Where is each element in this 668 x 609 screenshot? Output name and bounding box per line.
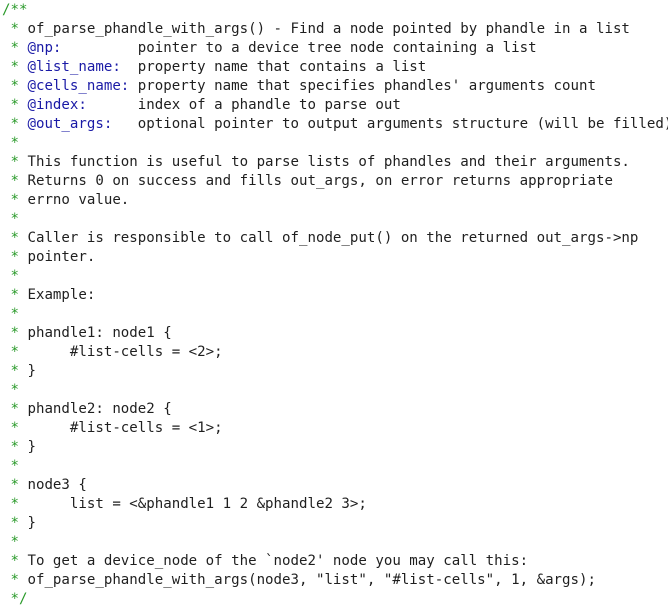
line-text: }	[18, 363, 36, 379]
code-line: * }	[2, 438, 668, 457]
code-line: * To get a device_node of the `node2' no…	[2, 552, 668, 571]
line-text: Returns 0 on success and fills out_args,…	[18, 173, 613, 189]
line-text: list = <&phandle1 1 2 &phandle2 3>;	[18, 496, 367, 512]
line-text: Caller is responsible to call of_node_pu…	[18, 230, 639, 246]
code-line: * @index: index of a phandle to parse ou…	[2, 96, 668, 115]
comment-marker: *	[2, 382, 19, 398]
comment-marker: *	[2, 116, 19, 132]
comment-marker: *	[2, 458, 19, 474]
comment-marker: *	[2, 325, 19, 341]
doc-tag: @index:	[18, 97, 87, 113]
code-line: * Caller is responsible to call of_node_…	[2, 229, 668, 248]
code-line: * pointer.	[2, 248, 668, 267]
comment-marker: *	[2, 154, 19, 170]
comment-marker: *	[2, 477, 19, 493]
line-text: phandle2: node2 {	[18, 401, 172, 417]
code-line: * #list-cells = <2>;	[2, 343, 668, 362]
line-text: of_parse_phandle_with_args(node3, "list"…	[18, 572, 596, 588]
code-line: *	[2, 305, 668, 324]
comment-marker: *	[2, 363, 19, 379]
code-line: * node3 {	[2, 476, 668, 495]
code-line: *	[2, 381, 668, 400]
comment-marker: *	[2, 78, 19, 94]
code-line: * @list_name: property name that contain…	[2, 58, 668, 77]
code-line: * Returns 0 on success and fills out_arg…	[2, 172, 668, 191]
comment-marker: *	[2, 211, 19, 227]
comment-marker: *	[2, 287, 19, 303]
comment-marker: *	[2, 553, 19, 569]
doc-tag: @list_name:	[18, 59, 121, 75]
code-line: * @np: pointer to a device tree node con…	[2, 39, 668, 58]
comment-marker: *	[2, 572, 19, 588]
code-line: * }	[2, 514, 668, 533]
line-text: This function is useful to parse lists o…	[18, 154, 630, 170]
comment-marker: *	[2, 439, 19, 455]
comment-marker: *	[2, 268, 19, 284]
line-text: #list-cells = <1>;	[18, 420, 223, 436]
line-text: }	[18, 439, 36, 455]
comment-marker: *	[2, 97, 19, 113]
code-line: * list = <&phandle1 1 2 &phandle2 3>;	[2, 495, 668, 514]
comment-marker: *	[2, 401, 19, 417]
line-text: pointer.	[18, 249, 96, 265]
comment-marker: *	[2, 306, 19, 322]
comment-marker: *	[2, 420, 19, 436]
line-text: Example:	[18, 287, 96, 303]
comment-marker: *	[2, 344, 19, 360]
line-text: #list-cells = <2>;	[18, 344, 223, 360]
doc-tag: @np:	[18, 40, 62, 56]
code-line: * of_parse_phandle_with_args(node3, "lis…	[2, 571, 668, 590]
comment-marker: /**	[2, 2, 28, 18]
comment-marker: *	[2, 21, 19, 37]
comment-marker: *	[2, 230, 19, 246]
code-line: *	[2, 134, 668, 153]
comment-marker: *	[2, 40, 19, 56]
comment-marker: *	[2, 59, 19, 75]
comment-marker: *	[2, 135, 19, 151]
code-line: * Example:	[2, 286, 668, 305]
code-line: * @out_args: optional pointer to output …	[2, 115, 668, 134]
line-text: phandle1: node1 {	[18, 325, 172, 341]
code-line: *	[2, 267, 668, 286]
line-text: pointer to a device tree node containing…	[61, 40, 537, 56]
line-text: errno value.	[18, 192, 130, 208]
code-line: * @cells_name: property name that specif…	[2, 77, 668, 96]
line-text: property name that contains a list	[120, 59, 427, 75]
line-text: }	[18, 515, 36, 531]
code-line: * of_parse_phandle_with_args() - Find a …	[2, 20, 668, 39]
code-line: /**	[2, 1, 668, 20]
code-line: * }	[2, 362, 668, 381]
code-line: * phandle1: node1 {	[2, 324, 668, 343]
code-line: * errno value.	[2, 191, 668, 210]
line-text: of_parse_phandle_with_args() - Find a no…	[18, 21, 630, 37]
comment-marker: *	[2, 249, 19, 265]
code-line: */	[2, 590, 668, 609]
doc-tag: @cells_name:	[18, 78, 130, 94]
comment-marker: *	[2, 192, 19, 208]
line-text: optional pointer to output arguments str…	[112, 116, 668, 132]
comment-marker: *	[2, 496, 19, 512]
comment-marker: *	[2, 515, 19, 531]
code-editor[interactable]: /** * of_parse_phandle_with_args() - Fin…	[0, 0, 668, 607]
code-line: * phandle2: node2 {	[2, 400, 668, 419]
code-line: *	[2, 457, 668, 476]
doc-tag: @out_args:	[18, 116, 113, 132]
line-text: To get a device_node of the `node2' node…	[18, 553, 529, 569]
line-text: index of a phandle to parse out	[86, 97, 401, 113]
line-text: property name that specifies phandles' a…	[129, 78, 596, 94]
code-line: *	[2, 210, 668, 229]
comment-marker: */	[2, 591, 28, 607]
code-block[interactable]: /** * of_parse_phandle_with_args() - Fin…	[2, 1, 668, 609]
comment-marker: *	[2, 534, 19, 550]
code-line: *	[2, 533, 668, 552]
code-line: * #list-cells = <1>;	[2, 419, 668, 438]
code-line: * This function is useful to parse lists…	[2, 153, 668, 172]
line-text: node3 {	[18, 477, 87, 493]
comment-marker: *	[2, 173, 19, 189]
